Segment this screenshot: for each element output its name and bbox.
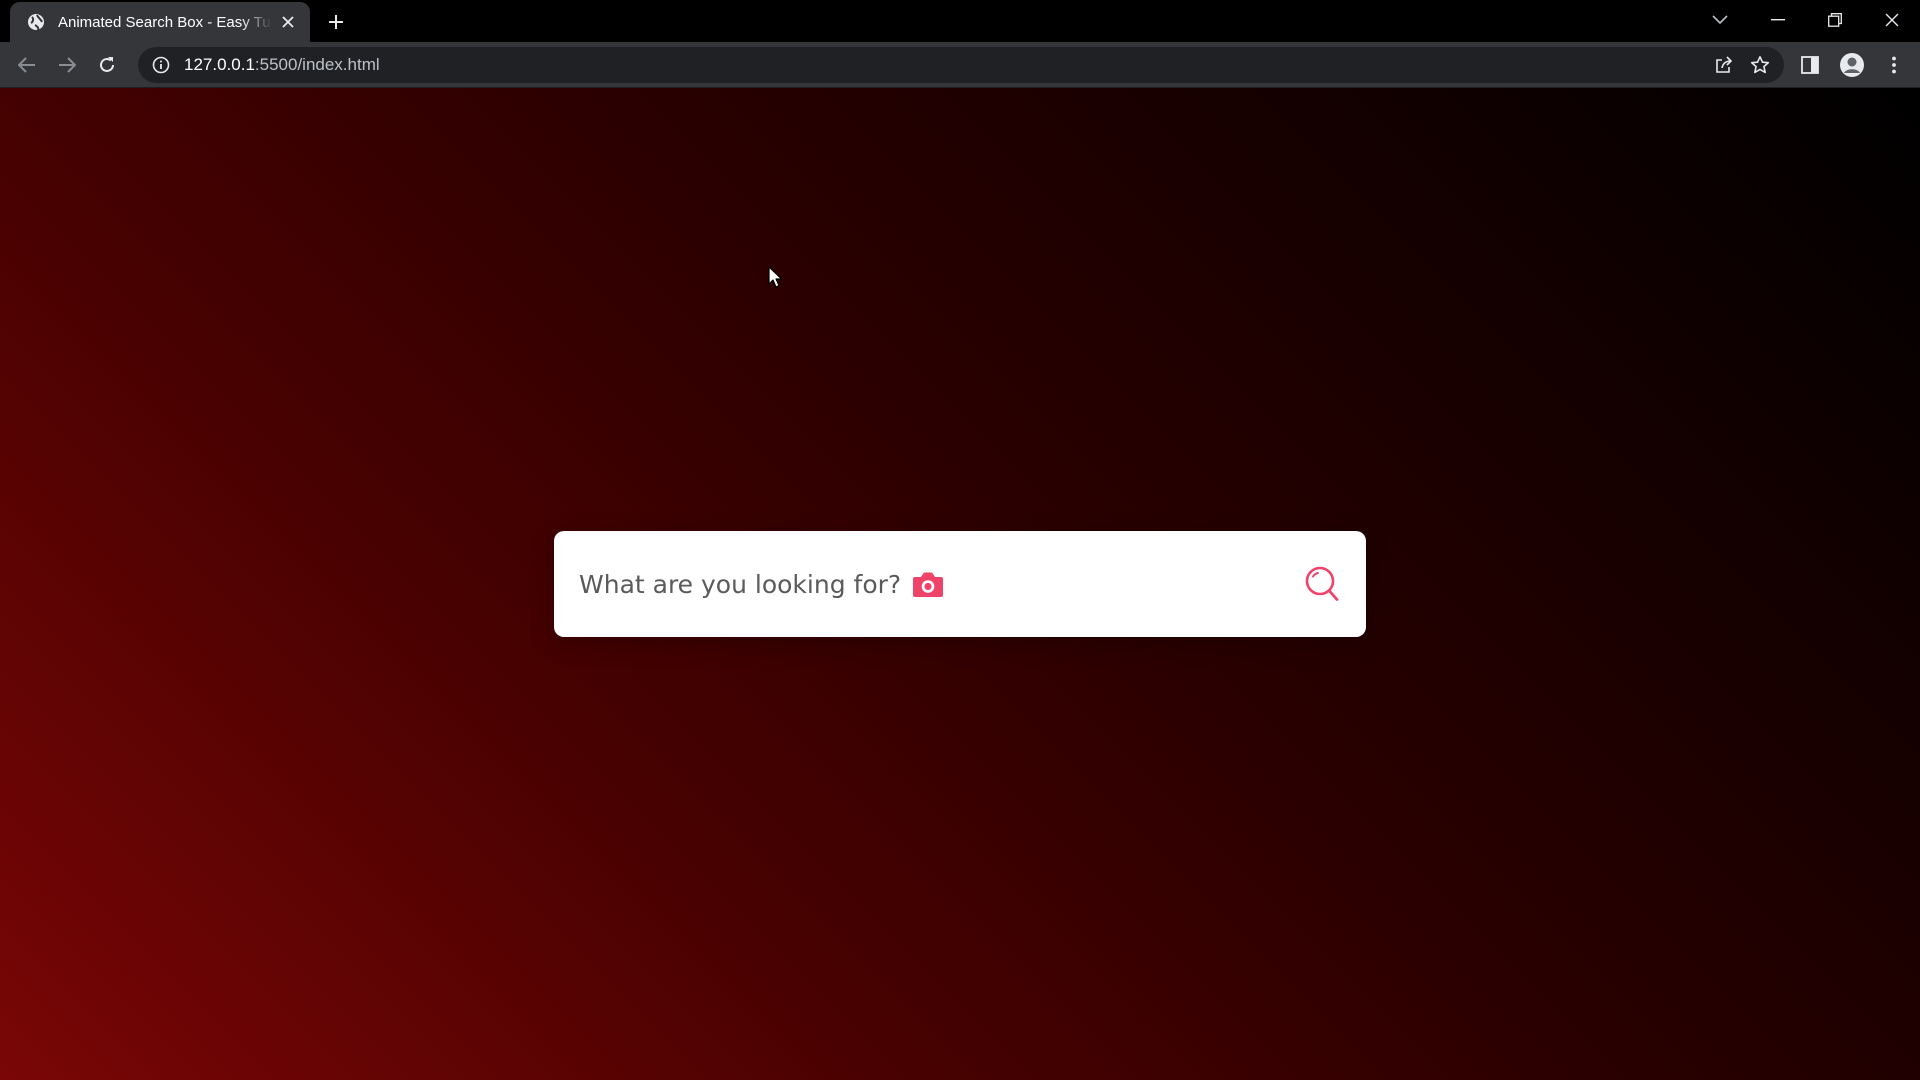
url-path: :5500/index.html — [254, 55, 380, 74]
restore-icon — [1827, 13, 1842, 27]
share-icon[interactable] — [1710, 51, 1738, 79]
reload-icon — [100, 57, 114, 72]
search-icon[interactable] — [1302, 564, 1342, 604]
minimize-icon — [1770, 19, 1785, 21]
address-url: 127.0.0.1:5500/index.html — [184, 55, 380, 75]
minimize-button[interactable] — [1749, 0, 1806, 40]
url-host: 127.0.0.1 — [184, 55, 255, 74]
arrow-right-icon — [59, 57, 76, 73]
address-bar[interactable]: 127.0.0.1:5500/index.html — [138, 47, 1784, 83]
close-icon[interactable] — [278, 12, 298, 32]
browser-tab[interactable]: Animated Search Box - Easy Tutorials — [10, 2, 310, 42]
tab-search-button[interactable] — [1706, 6, 1734, 34]
restore-button[interactable] — [1806, 0, 1863, 40]
toolbar-actions — [1794, 49, 1910, 81]
plus-icon — [329, 15, 343, 29]
search-box — [554, 531, 1366, 637]
tab-title: Animated Search Box - Easy Tutorials — [58, 13, 272, 31]
info-icon[interactable] — [150, 54, 172, 76]
close-window-icon — [1885, 13, 1898, 27]
arrow-left-icon — [18, 57, 35, 73]
forward-button[interactable] — [51, 49, 83, 81]
browser-toolbar: 127.0.0.1:5500/index.html — [0, 42, 1920, 88]
browser-window: Animated Search Box - Easy Tutorials — [0, 0, 1920, 1080]
camera-icon[interactable] — [911, 569, 945, 599]
back-button[interactable] — [11, 49, 43, 81]
search-input[interactable] — [579, 569, 909, 599]
avatar-icon[interactable] — [1836, 49, 1868, 81]
reload-button[interactable] — [91, 49, 123, 81]
chevron-down-icon — [1712, 15, 1728, 25]
address-bar-actions — [1710, 51, 1774, 79]
side-panel-icon[interactable] — [1794, 49, 1826, 81]
tab-strip: Animated Search Box - Easy Tutorials — [0, 0, 1920, 42]
page-viewport — [0, 88, 1920, 1080]
kebab-menu-icon[interactable] — [1878, 49, 1910, 81]
close-window-button[interactable] — [1863, 0, 1920, 40]
star-icon[interactable] — [1746, 51, 1774, 79]
new-tab-button[interactable] — [324, 10, 348, 34]
window-controls — [1749, 0, 1920, 40]
mouse-cursor-icon — [768, 266, 783, 288]
globe-icon — [26, 12, 46, 32]
